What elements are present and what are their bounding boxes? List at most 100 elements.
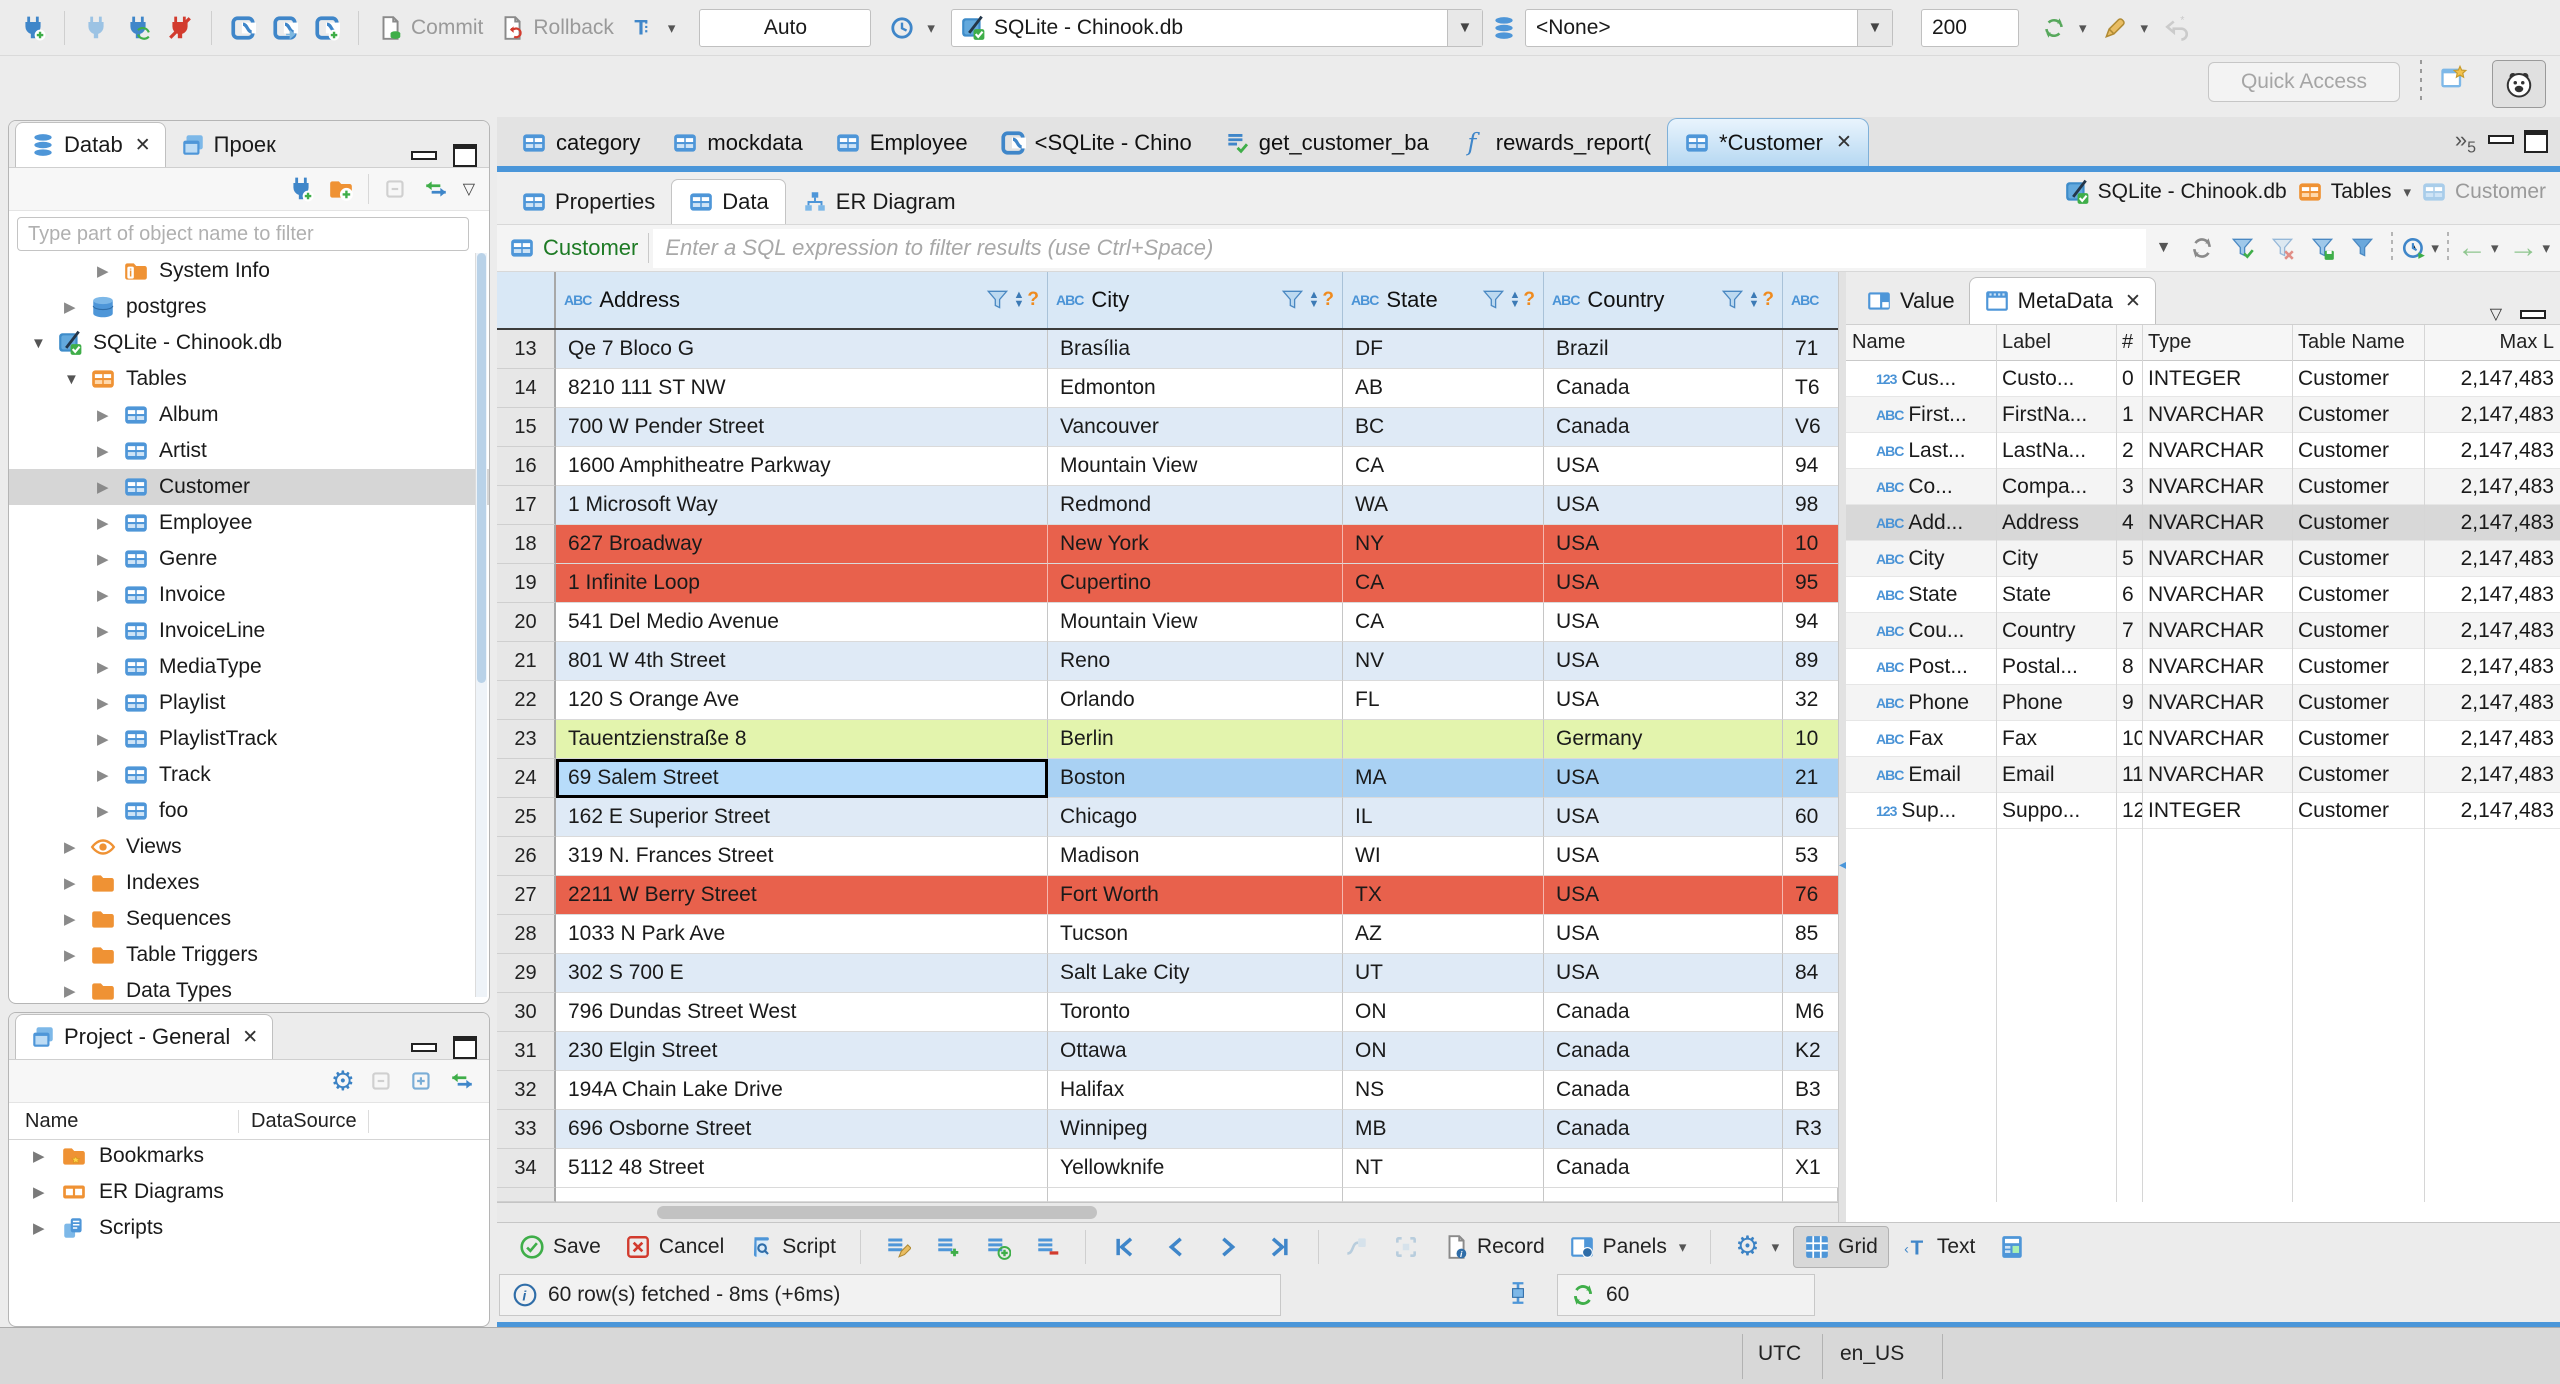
table-row[interactable]: 24 69 Salem Street Boston MA USA 21 — [497, 759, 1838, 798]
tree-expand-arrow-icon[interactable]: ▶ — [64, 946, 76, 964]
grid-cell[interactable]: 10 — [1783, 525, 1838, 564]
grid-cell[interactable]: NT — [1343, 1149, 1544, 1188]
grid-cell[interactable]: Berlin — [1048, 720, 1343, 759]
metadata-row[interactable]: ABC Email Email 11 NVARCHAR Customer 2,147,483 — [1846, 757, 2560, 793]
grid-cell[interactable]: 32 — [1783, 681, 1838, 720]
meta-column-header--[interactable]: # — [2116, 331, 2142, 354]
duplicate-row-button[interactable] — [975, 1227, 1021, 1267]
grid-cell[interactable] — [1343, 720, 1544, 759]
editor-tab-category[interactable]: category — [505, 119, 656, 166]
row-number[interactable]: 26 — [497, 837, 556, 876]
editor-tab-get-customer-ba[interactable]: get_customer_ba — [1208, 119, 1445, 166]
view-menu-icon[interactable]: ▽ — [2490, 304, 2502, 324]
grid-cell[interactable]: Fort Worth — [1048, 876, 1343, 915]
metadata-row[interactable]: ABC Phone Phone 9 NVARCHAR Customer 2,147,483 — [1846, 685, 2560, 721]
grid-cell[interactable]: 8210 111 ST NW — [556, 369, 1048, 408]
project-item-er-diagrams[interactable]: ▶ ER Diagrams — [9, 1174, 489, 1210]
project-item-bookmarks[interactable]: ▶ Bookmarks — [9, 1138, 489, 1174]
meta-name-cell[interactable]: 123 Sup... — [1846, 799, 1996, 823]
metadata-row[interactable]: ABC Last... LastNa... 2 NVARCHAR Customer 2,14… — [1846, 433, 2560, 469]
tree-item-invoiceline[interactable]: ▶ InvoiceLine — [9, 613, 489, 649]
tree-item-indexes[interactable]: ▶ Indexes — [9, 865, 489, 901]
tree-collapse-arrow-icon[interactable]: ▼ — [64, 371, 79, 388]
meta-label-cell[interactable]: Compa... — [1996, 475, 2116, 499]
first-row-button[interactable] — [1100, 1227, 1148, 1267]
tree-item-playlist[interactable]: ▶ Playlist — [9, 685, 489, 721]
column-header-name[interactable]: Name — [9, 1109, 239, 1133]
meta-maxlength-cell[interactable]: 2,147,483 — [2424, 619, 2560, 643]
meta-label-cell[interactable]: Postal... — [1996, 655, 2116, 679]
text-view-button[interactable]: ‹ T Text — [1893, 1227, 1986, 1267]
collapse-all-icon[interactable] — [383, 176, 409, 202]
expand-all-icon[interactable] — [409, 1068, 435, 1094]
grid-cell[interactable]: MA — [1343, 759, 1544, 798]
grid-cell[interactable]: 53 — [1783, 837, 1838, 876]
meta-maxlength-cell[interactable]: 2,147,483 — [2424, 799, 2560, 823]
table-row[interactable]: 18 627 Broadway New York NY USA 10 — [497, 525, 1838, 564]
grid-cell[interactable]: Chicago — [1048, 798, 1343, 837]
panels-button[interactable]: Panels ▾ — [1559, 1227, 1697, 1267]
last-row-button[interactable] — [1256, 1227, 1304, 1267]
tab-database-navigator[interactable]: Datab ✕ — [15, 122, 166, 167]
grid-cell[interactable]: Yellowknife — [1048, 1149, 1343, 1188]
meta-name-cell[interactable]: 123 Cus... — [1846, 367, 1996, 391]
table-row[interactable]: 29 302 S 700 E Salt Lake City UT USA 84 — [497, 954, 1838, 993]
gear-icon[interactable]: ⚙ — [331, 1066, 355, 1097]
meta-maxlength-cell[interactable]: 2,147,483 — [2424, 403, 2560, 427]
tree-item-employee[interactable]: ▶ Employee — [9, 505, 489, 541]
tree-item-track[interactable]: ▶ Track — [9, 757, 489, 793]
meta-label-cell[interactable]: State — [1996, 583, 2116, 607]
grid-cell[interactable]: TX — [1343, 876, 1544, 915]
tree-item-postgres[interactable]: ▶ postgres — [9, 289, 489, 325]
meta-label-cell[interactable]: Fax — [1996, 727, 2116, 751]
column-header-postalcode[interactable]: ABC — [1783, 272, 1838, 328]
meta-column-header-max-l[interactable]: Max L — [2424, 331, 2560, 354]
grid-cell[interactable]: 5112 48 Street — [556, 1149, 1048, 1188]
grid-cell[interactable]: Mountain View — [1048, 447, 1343, 486]
meta-table-cell[interactable]: Customer — [2292, 691, 2424, 715]
meta-type-cell[interactable]: NVARCHAR — [2142, 547, 2292, 571]
grid-cell[interactable]: 700 W Pender Street — [556, 408, 1048, 447]
grid-cell[interactable]: UT — [1343, 954, 1544, 993]
subtab-data[interactable]: Data — [671, 179, 786, 224]
table-row[interactable]: 14 8210 111 ST NW Edmonton AB Canada T6 — [497, 369, 1838, 408]
project-item-scripts[interactable]: ▶ Scripts — [9, 1210, 489, 1246]
auto-refresh-clock-icon[interactable] — [2401, 235, 2427, 261]
fetch-prev-icon[interactable]: ← — [2457, 231, 2487, 265]
grid-cell[interactable]: Salt Lake City — [1048, 954, 1343, 993]
editor-tab-employee[interactable]: Employee — [819, 119, 984, 166]
meta-table-cell[interactable]: Customer — [2292, 475, 2424, 499]
column-header-state[interactable]: ABC State ▲ ▼? — [1343, 272, 1544, 328]
filter-remove-icon[interactable] — [2263, 235, 2303, 261]
tab-projects[interactable]: Проек — [166, 123, 290, 167]
metadata-row[interactable]: ABC First... FirstNa... 1 NVARCHAR Customer 2,… — [1846, 397, 2560, 433]
close-icon[interactable]: ✕ — [135, 134, 151, 157]
grid-cell[interactable]: 60 — [1783, 798, 1838, 837]
tab-overflow-chevron[interactable]: »5 — [2455, 127, 2476, 157]
meta-maxlength-cell[interactable]: 2,147,483 — [2424, 763, 2560, 787]
table-row[interactable]: 23 Tauentzienstraße 8 Berlin Germany 10 — [497, 720, 1838, 759]
navigator-filter-input[interactable] — [17, 217, 469, 251]
tree-expand-arrow-icon[interactable]: ▶ — [64, 982, 76, 1000]
edit-cell-button[interactable] — [875, 1227, 921, 1267]
row-number[interactable]: 18 — [497, 525, 556, 564]
fetch-size-input[interactable]: 200 — [1920, 8, 2019, 47]
meta-column-header-type[interactable]: Type — [2142, 331, 2292, 354]
row-number[interactable]: 15 — [497, 408, 556, 447]
grid-cell[interactable]: Ottawa — [1048, 1032, 1343, 1071]
grid-cell[interactable]: DF — [1343, 330, 1544, 369]
filter-save-icon[interactable] — [2303, 235, 2343, 261]
table-row[interactable]: 32 194A Chain Lake Drive Halifax NS Canada B3 — [497, 1071, 1838, 1110]
grid-cell[interactable]: 1600 Amphitheatre Parkway — [556, 447, 1048, 486]
tree-expand-arrow-icon[interactable]: ▶ — [97, 514, 109, 532]
highlight-pen-button[interactable]: ▾ — [2094, 6, 2156, 50]
metadata-row[interactable]: ABC Cou... Country 7 NVARCHAR Customer 2,147,4… — [1846, 613, 2560, 649]
grid-cell[interactable]: BC — [1343, 408, 1544, 447]
meta-type-cell[interactable]: NVARCHAR — [2142, 403, 2292, 427]
grid-cell[interactable]: Canada — [1544, 1110, 1783, 1149]
grid-cell[interactable]: Canada — [1544, 1149, 1783, 1188]
quick-filter-icon[interactable]: ? — [1523, 289, 1535, 311]
tree-expand-arrow-icon[interactable]: ▶ — [97, 766, 109, 784]
filter-funnel-icon[interactable] — [1720, 287, 1746, 313]
tree-expand-arrow-icon[interactable]: ▶ — [97, 730, 109, 748]
